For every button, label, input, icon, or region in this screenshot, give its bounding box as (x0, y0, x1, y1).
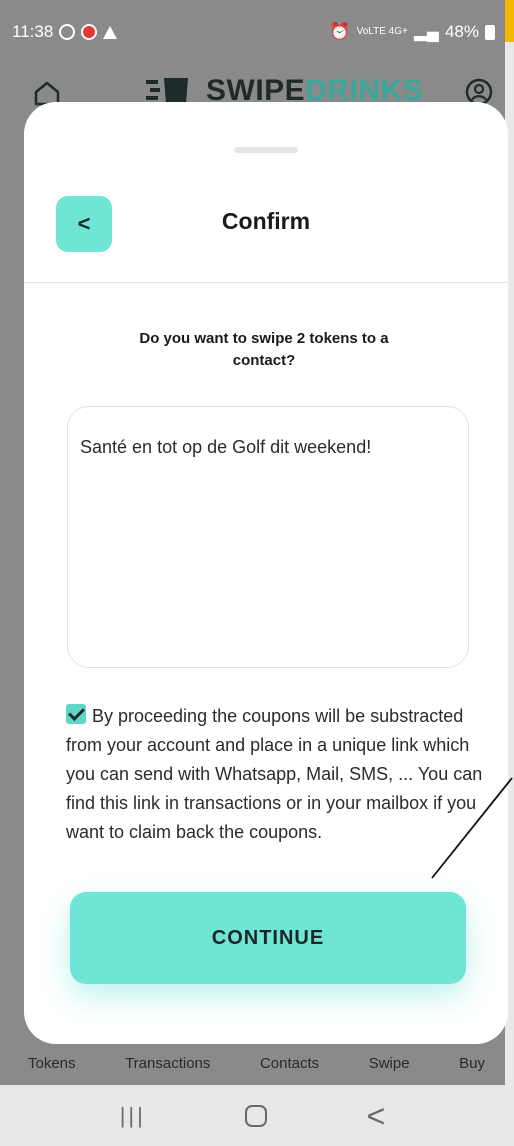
status-time: 11:38 (12, 22, 54, 41)
status-right: ⏰ VoLTE 4G+ ▂▄ 48% (329, 22, 495, 42)
network-label: VoLTE 4G+ (356, 26, 408, 37)
consent-block: By proceeding the coupons will be substr… (66, 702, 484, 847)
battery-icon (485, 24, 495, 40)
continue-button[interactable]: CONTINUE (70, 892, 466, 984)
drag-handle[interactable] (234, 147, 298, 153)
tab-buy[interactable]: Buy (459, 1055, 485, 1085)
call-icon (81, 24, 98, 40)
alarm-icon: ⏰ (329, 22, 351, 41)
bottom-tab-bar: Tokens Transactions Contacts Swipe Buy (0, 1055, 505, 1085)
consent-checkbox[interactable] (66, 704, 86, 724)
tab-contacts[interactable]: Contacts (260, 1055, 319, 1085)
status-left: 11:38 (12, 22, 118, 42)
status-bar: 11:38 ⏰ VoLTE 4G+ ▂▄ 48% (0, 14, 505, 50)
tab-transactions[interactable]: Transactions (125, 1055, 210, 1085)
divider (24, 282, 508, 283)
back-nav-button[interactable]: < (367, 1100, 386, 1132)
android-nav-bar: ||| < (0, 1085, 505, 1146)
signal-icon: ▂▄ (413, 22, 439, 41)
consent-text: By proceeding the coupons will be substr… (66, 706, 483, 842)
message-input[interactable]: Santé en tot op de Golf dit weekend! (67, 406, 469, 668)
battery-percent: 48% (444, 22, 479, 41)
home-button[interactable] (245, 1104, 268, 1127)
confirm-modal: < Confirm Do you want to swipe 2 tokens … (24, 102, 508, 1044)
tab-swipe[interactable]: Swipe (369, 1055, 410, 1085)
warning-icon (103, 25, 118, 39)
whatsapp-icon (59, 24, 76, 40)
tab-tokens[interactable]: Tokens (28, 1055, 76, 1085)
confirm-question: Do you want to swipe 2 tokens to a conta… (139, 330, 389, 369)
recent-apps-button[interactable]: ||| (120, 1103, 146, 1129)
modal-title: Confirm (221, 208, 311, 234)
